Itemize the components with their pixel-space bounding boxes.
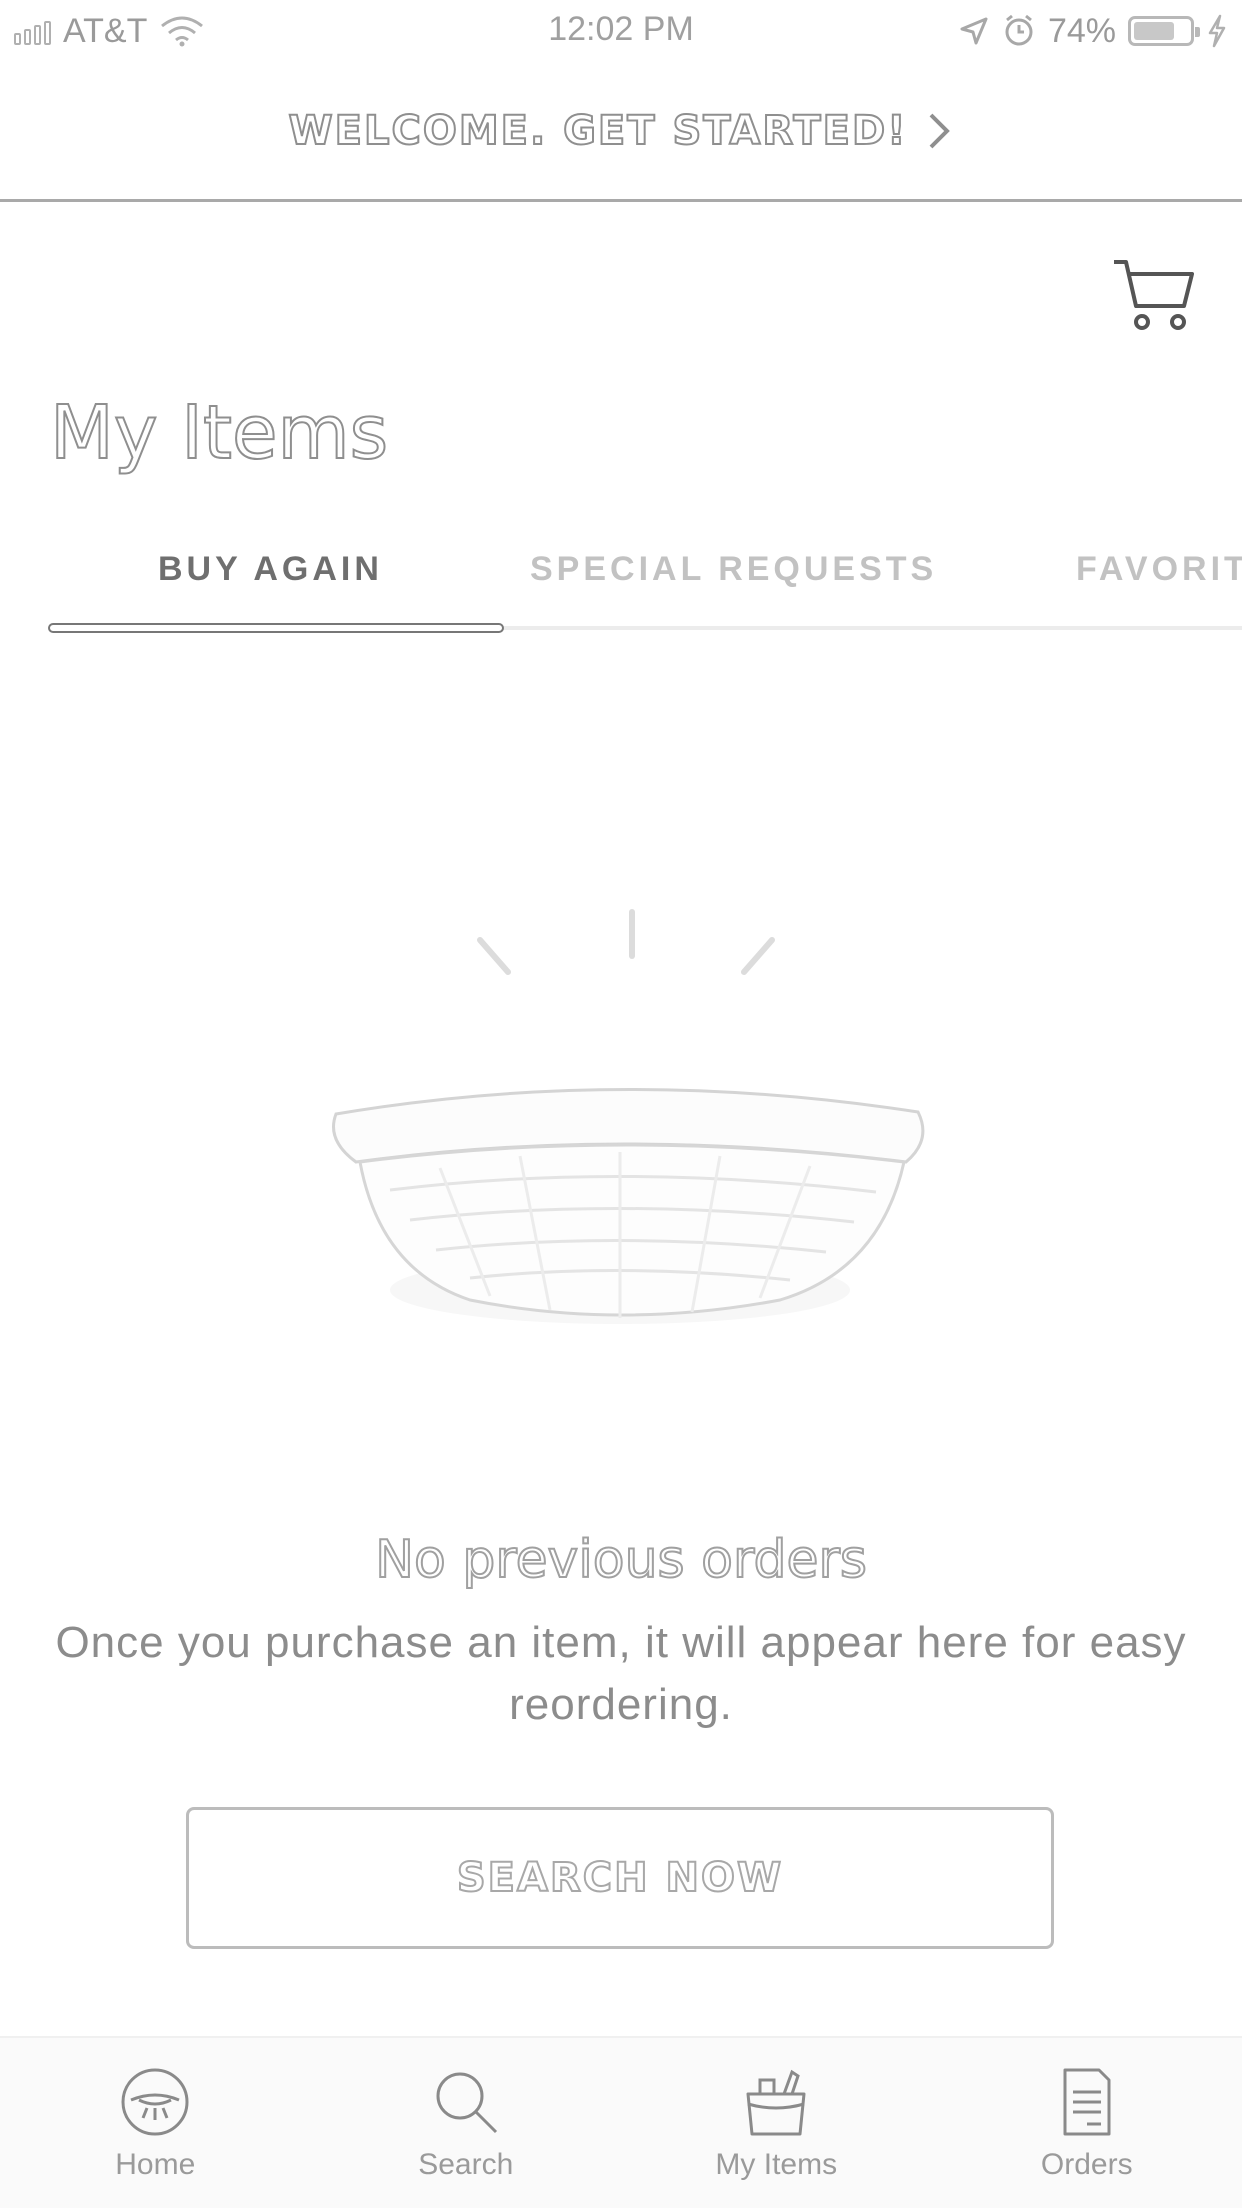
battery-percent: 74% (1047, 11, 1116, 50)
bag-icon (746, 2069, 806, 2136)
search-icon (436, 2072, 497, 2134)
empty-basket-illustration (332, 909, 925, 1324)
nav-home-label: Home (115, 2148, 196, 2181)
empty-state-title: No previous orders (374, 1529, 868, 1591)
carrier-name: AT&T (63, 11, 148, 50)
welcome-banner[interactable]: WELCOME. GET STARTED! (0, 62, 1242, 202)
tab-buy-again[interactable]: BUY AGAIN (158, 550, 383, 589)
battery-level-fill (1134, 22, 1174, 40)
wifi-icon (161, 16, 204, 47)
receipt-icon (1063, 2068, 1111, 2136)
my-items-screen: AT&T 12:02 PM 74% WELCOME. GET STARTED! … (0, 0, 1242, 2208)
empty-state-message: Once you purchase an item, it will appea… (55, 1618, 1187, 1729)
tab-active-indicator (48, 623, 504, 633)
tab-favorites[interactable]: FAVORIT (1076, 550, 1242, 589)
charging-bolt-icon (1208, 14, 1226, 48)
location-arrow-icon (960, 17, 988, 45)
nav-my-items-label: My Items (715, 2148, 838, 2181)
status-bar: AT&T 12:02 PM 74% (0, 0, 1242, 62)
alarm-icon (1005, 14, 1033, 46)
battery-icon (1128, 16, 1200, 46)
page-title: My Items (49, 389, 389, 477)
tab-bar: BUY AGAIN SPECIAL REQUESTS FAVORIT (0, 530, 1242, 640)
tab-special-requests[interactable]: SPECIAL REQUESTS (530, 550, 937, 589)
home-icon (121, 2068, 189, 2136)
status-right: 74% (958, 12, 1228, 51)
welcome-banner-text: WELCOME. GET STARTED! (288, 107, 908, 155)
search-now-button[interactable]: SEARCH NOW (186, 1807, 1054, 1949)
nav-orders-label: Orders (1040, 2148, 1133, 2181)
cart-icon[interactable] (1112, 258, 1196, 332)
nav-search[interactable]: Search (311, 2038, 622, 2208)
chevron-right-icon (930, 113, 951, 148)
nav-my-items[interactable]: My Items (621, 2038, 932, 2208)
status-left: AT&T (14, 12, 205, 51)
nav-search-label: Search (418, 2148, 514, 2181)
nav-home[interactable]: Home (0, 2038, 311, 2208)
nav-orders[interactable]: Orders (932, 2038, 1242, 2208)
signal-icon (14, 17, 51, 45)
bottom-nav: Home Search My Items Orders (0, 2036, 1242, 2208)
